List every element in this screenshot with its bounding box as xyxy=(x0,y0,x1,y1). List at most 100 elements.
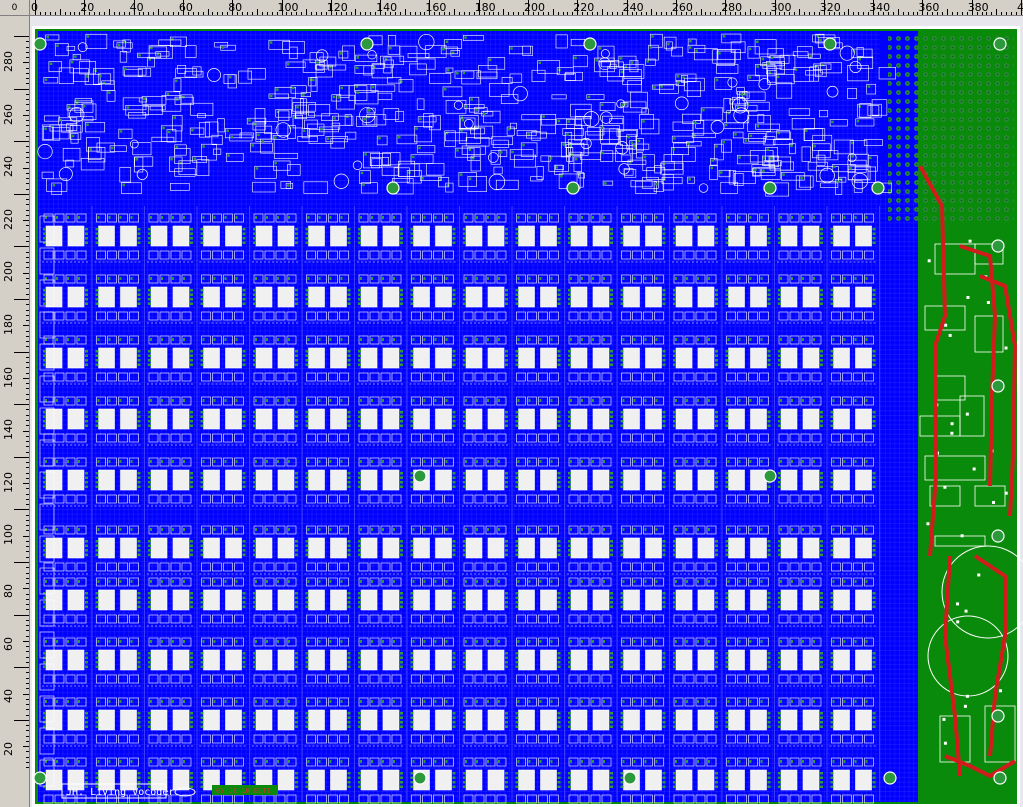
ic-package xyxy=(255,347,273,369)
resistor-pad xyxy=(97,277,100,280)
ic-pad xyxy=(872,350,876,353)
ruler-minor-tick xyxy=(488,12,490,15)
ic-pad xyxy=(767,298,771,301)
resistor-pad xyxy=(318,760,321,763)
ic-pad xyxy=(463,772,466,775)
component-pad xyxy=(633,145,636,148)
ruler-left-tick-label: 260 xyxy=(2,103,15,125)
vertical-ruler[interactable]: 280 260 240 220 200 180 160 140 120 100 80 60 40 20 xyxy=(0,16,30,807)
ic-pad xyxy=(305,721,309,724)
ic-pad xyxy=(295,472,298,475)
resistor-pad xyxy=(67,216,69,219)
ruler-minor-tick xyxy=(26,472,29,474)
ic-package xyxy=(855,709,872,731)
resistor-pad xyxy=(56,528,58,531)
component-pad xyxy=(587,95,591,99)
horizontal-ruler[interactable]: 0204060801001201401601802002202402602803… xyxy=(30,0,1023,16)
pcb-board-view[interactable]: JH. Living Vocoder GY JE 1H EUTI xyxy=(30,16,1023,807)
ic-pad xyxy=(85,237,88,240)
resistor-pad xyxy=(528,640,531,643)
ic-package xyxy=(728,347,745,369)
pcb-canvas[interactable]: JH. Living Vocoder GY JE 1H EUTI xyxy=(30,16,1023,807)
resistor-pad xyxy=(288,460,290,463)
resistor-pad xyxy=(307,760,310,763)
ruler-minor-tick xyxy=(557,12,559,15)
ic-pad xyxy=(715,424,718,427)
ic-pad xyxy=(400,354,403,357)
ic-pad xyxy=(190,549,193,552)
ic-pad xyxy=(95,241,99,244)
ic-pad xyxy=(515,298,519,301)
ic-pad xyxy=(200,415,204,418)
ic-pad xyxy=(85,241,88,244)
ic-package xyxy=(728,469,745,491)
ruler-minor-tick xyxy=(26,477,29,479)
ic-pad xyxy=(662,721,666,724)
ic-pad xyxy=(620,476,624,479)
resistor-pad xyxy=(550,277,553,280)
resistor-pad xyxy=(329,277,332,280)
resistor-pad xyxy=(780,216,782,219)
ic-package xyxy=(802,537,820,559)
resistor-pad xyxy=(708,700,710,703)
ic-pad xyxy=(820,476,823,479)
ruler-minor-tick xyxy=(449,12,451,15)
ruler-minor-tick xyxy=(26,709,29,711)
ic-pad xyxy=(463,781,466,784)
component-pad xyxy=(337,96,341,99)
ic-pad xyxy=(463,350,466,353)
component-pad xyxy=(117,43,121,47)
resistor-pad xyxy=(67,399,69,402)
resistor-pad xyxy=(539,580,542,583)
component-pad xyxy=(202,145,205,148)
ic-package xyxy=(728,769,745,791)
component-pad xyxy=(687,142,690,145)
ic-pad xyxy=(410,350,414,353)
ic-pad xyxy=(557,293,561,296)
ic-pad xyxy=(725,605,729,608)
resistor-pad xyxy=(738,277,741,280)
ic-pad xyxy=(662,350,666,353)
ic-pad xyxy=(137,605,141,608)
ic-package xyxy=(750,286,767,308)
resistor-pad xyxy=(224,460,227,463)
ic-pad xyxy=(295,661,298,664)
component-pad xyxy=(89,148,93,151)
ic-pad xyxy=(557,481,561,484)
ic-pad xyxy=(305,415,309,418)
ic-package xyxy=(697,286,715,308)
component-pad xyxy=(76,99,79,103)
ic-package xyxy=(255,408,273,430)
component-pad xyxy=(355,66,359,70)
ruler-major-tick xyxy=(330,0,332,15)
ic-pad xyxy=(505,415,508,418)
component-pad xyxy=(630,141,634,144)
ic-package xyxy=(67,225,85,247)
ic-pad xyxy=(820,232,823,235)
resistor-pad xyxy=(412,700,415,703)
resistor-pad xyxy=(423,399,426,402)
resistor-pad xyxy=(340,216,343,219)
ic-package xyxy=(360,469,378,491)
ruler-minor-tick xyxy=(26,151,29,153)
ic-package xyxy=(172,649,190,671)
ic-package xyxy=(98,347,115,369)
ic-pad xyxy=(347,424,351,427)
resistor-pad xyxy=(412,460,415,463)
component-pad xyxy=(522,143,525,147)
resistor-pad xyxy=(277,700,279,703)
resistor-pad xyxy=(255,580,257,583)
ic-pad xyxy=(557,605,561,608)
ic-pad xyxy=(85,725,88,728)
ic-pad xyxy=(662,596,666,599)
ic-package xyxy=(623,408,640,430)
resistor-pad xyxy=(235,216,238,219)
resistor-pad xyxy=(528,338,531,341)
ic-pad xyxy=(43,712,46,715)
ic-pad xyxy=(85,420,88,423)
ic-pad xyxy=(463,721,466,724)
ic-package xyxy=(487,286,505,308)
ic-pad xyxy=(830,725,834,728)
ic-pad xyxy=(200,601,204,604)
ic-pad xyxy=(662,601,666,604)
